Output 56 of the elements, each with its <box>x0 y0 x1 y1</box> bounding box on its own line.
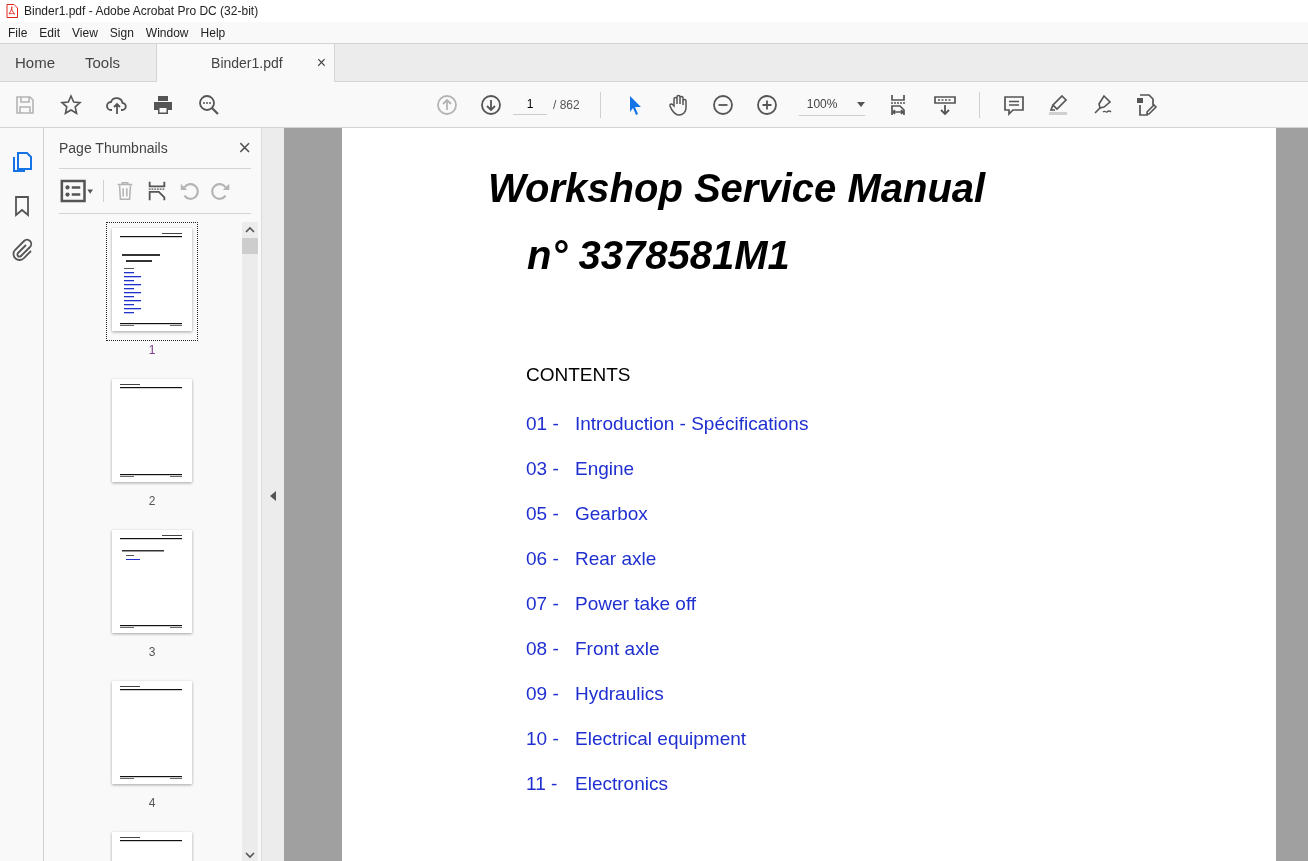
chapter-link[interactable]: Power take off <box>575 593 697 615</box>
page-thumbnail-drawing[interactable] <box>112 681 192 784</box>
chapter-link[interactable]: Electronics <box>575 773 668 795</box>
zoom-dropdown[interactable]: 100% <box>798 93 865 116</box>
zoom-in-icon[interactable] <box>754 92 779 117</box>
chapter-number[interactable]: 09 - <box>526 683 575 705</box>
chapter-number[interactable]: 10 - <box>526 728 575 750</box>
tab[interactable]: Binder1.pdf × <box>156 44 336 82</box>
menu-item[interactable]: Window <box>139 25 195 40</box>
window-title: Binder1.pdf - Adobe Acrobat Pro DC (32-bit) <box>24 4 259 18</box>
page-thumbnail-drawing[interactable] <box>112 530 192 633</box>
arrow-down-circle-icon[interactable] <box>479 92 503 117</box>
menu-item[interactable]: Help <box>194 25 232 40</box>
page-number-label: 1 <box>148 343 156 357</box>
page-number-field[interactable]: 1 <box>513 94 547 115</box>
document-subtitle: n° 3378581M1 <box>527 233 791 278</box>
chapter-number[interactable]: 06 - <box>526 548 575 570</box>
chapter-number[interactable]: 01 - <box>526 413 575 435</box>
menu-item[interactable]: Sign <box>103 25 140 40</box>
document-title: Workshop Service Manual <box>488 166 987 211</box>
search-icon[interactable] <box>197 92 221 117</box>
close-panel-button[interactable]: × <box>238 135 251 161</box>
chapter-link[interactable]: Hydraulics <box>575 683 664 705</box>
caret-icon <box>856 101 865 107</box>
menu-item[interactable]: Edit <box>33 25 67 40</box>
chapter-link[interactable]: Electrical equipment <box>575 728 747 750</box>
page-thumbnail-drawing[interactable] <box>112 228 192 331</box>
zoom-out-icon[interactable] <box>710 92 735 117</box>
scrollbar-thumb[interactable] <box>242 238 258 254</box>
menu-item[interactable]: File <box>2 25 34 40</box>
thumbnail-frame[interactable] <box>106 222 198 341</box>
star-icon[interactable] <box>59 92 83 117</box>
tab[interactable]: Home <box>0 44 70 81</box>
chapter-link[interactable]: Engine <box>575 458 635 480</box>
chapter-link[interactable]: Front axle <box>575 638 660 660</box>
chapter-link[interactable]: Rear axle <box>575 548 657 570</box>
page-count: / 862 <box>553 97 580 112</box>
panel-title: Page Thumbnails <box>59 140 168 156</box>
chapter-number[interactable]: 07 - <box>526 593 575 615</box>
close-tab-button[interactable]: × <box>316 54 327 72</box>
chapter-link[interactable]: Gearbox <box>575 503 648 525</box>
menu-item[interactable]: View <box>66 25 104 40</box>
collapse-panel-icon[interactable] <box>270 490 276 501</box>
page-number-label: 3 <box>148 645 156 659</box>
page-number-label: 4 <box>148 796 156 810</box>
page-number-label: 2 <box>148 494 156 508</box>
chapter-number[interactable]: 08 - <box>526 638 575 660</box>
tab[interactable]: Tools <box>70 44 136 81</box>
chapter-number[interactable]: 05 - <box>526 503 575 525</box>
chapter-number[interactable]: 03 - <box>526 458 575 480</box>
chapter-number[interactable]: 11 - <box>526 773 575 795</box>
page-thumbnail-drawing[interactable] <box>112 379 192 482</box>
contents-heading: CONTENTS <box>526 364 632 386</box>
chapter-link[interactable]: Introduction - Spécifications <box>575 413 809 435</box>
insert-page-icon[interactable] <box>146 180 168 202</box>
pdf-file-icon <box>6 4 18 18</box>
